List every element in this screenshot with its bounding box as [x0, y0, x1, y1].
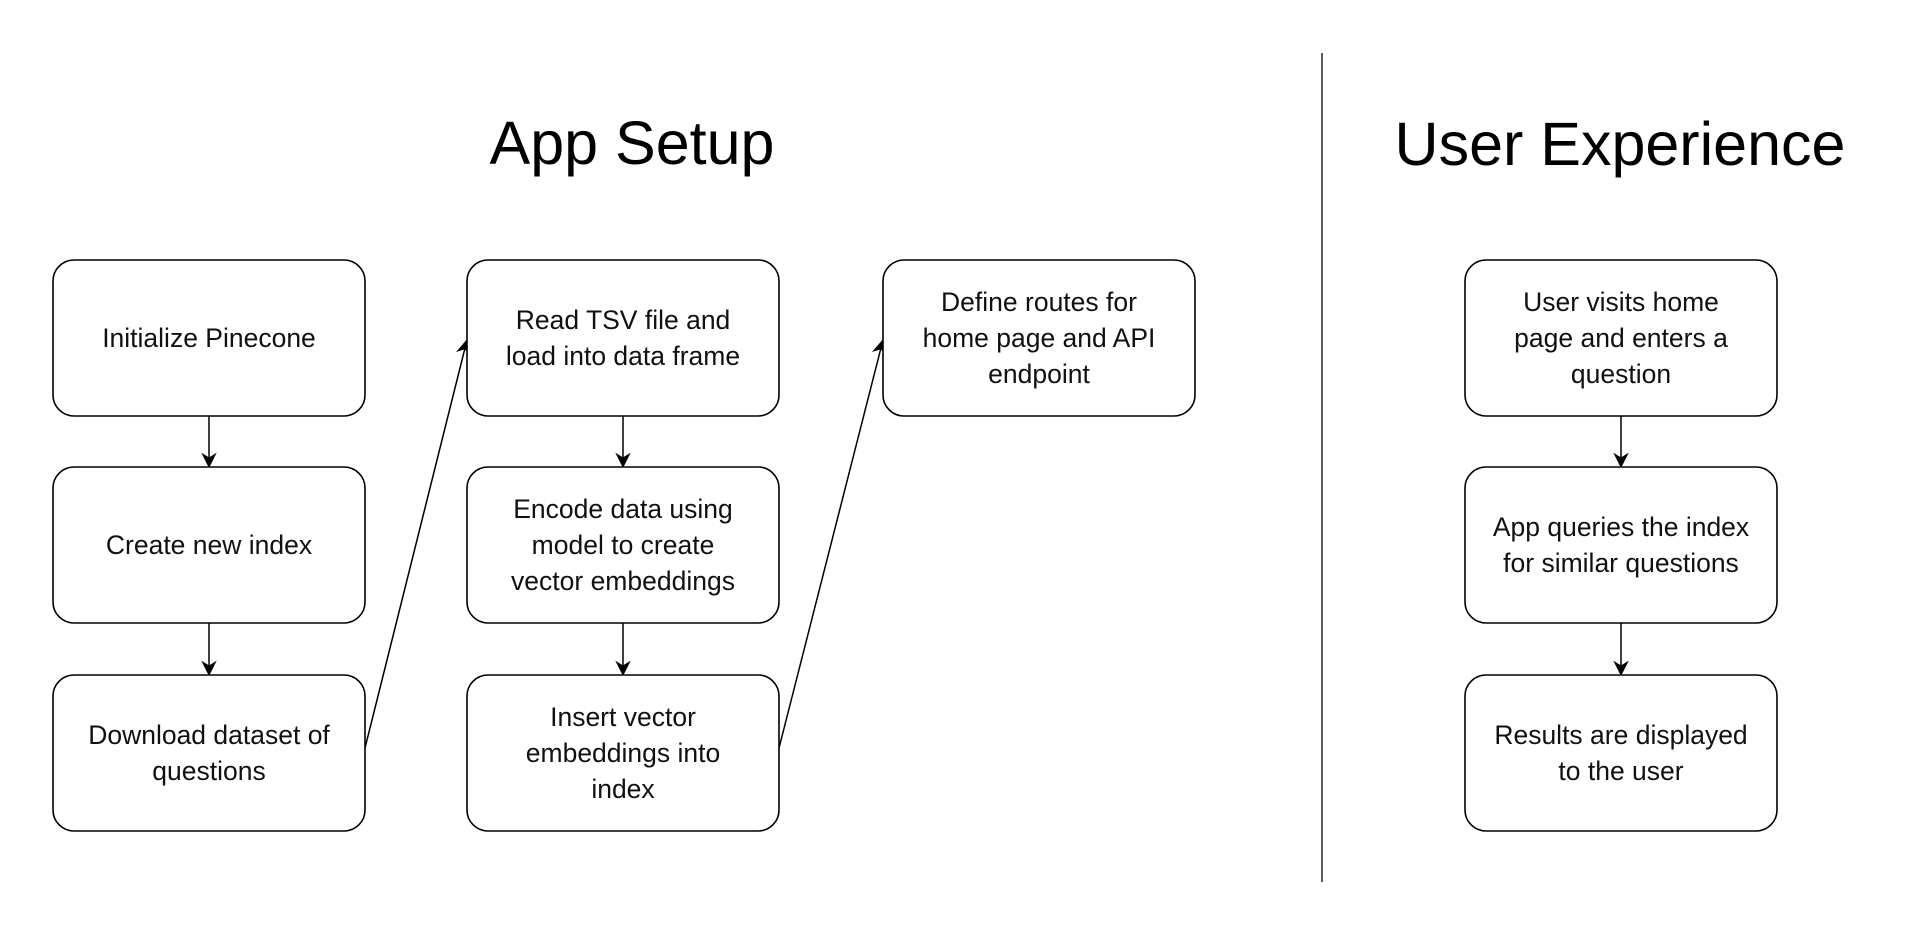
- flow-step-init: Initialize Pinecone: [52, 259, 366, 417]
- flow-step-label-line: home page and API: [923, 323, 1156, 353]
- connector-read-tsv-to-encode: [615, 416, 631, 469]
- flow-step-results: Results are displayed to the user: [1464, 674, 1778, 832]
- flow-step-label-line: for similar questions: [1503, 548, 1739, 578]
- nodes-layer: Initialize Pinecone Create new index Downl…: [52, 259, 1778, 832]
- connector-visit-to-query: [1613, 416, 1629, 469]
- flow-step-label-line: App queries the index: [1493, 512, 1749, 542]
- flowchart-canvas: App Setup User Experience Initialize Pin…: [52, 53, 1846, 882]
- flow-step-label-line: Encode data using: [513, 494, 733, 524]
- flow-step-read-tsv: Read TSV file and load into data frame: [466, 259, 780, 417]
- section-title-app-setup: App Setup: [490, 109, 775, 177]
- flow-step-box: [52, 674, 366, 832]
- connector-line: [778, 347, 882, 749]
- connector-download-to-read-tsv: [364, 338, 472, 749]
- connector-encode-to-insert: [615, 623, 631, 677]
- flow-step-label-line: page and enters a: [1514, 323, 1728, 353]
- flow-step-box: [1464, 674, 1778, 832]
- connector-init-to-create-index: [201, 416, 217, 469]
- flow-step-label-line: Results are displayed: [1494, 720, 1747, 750]
- flow-step-create-index: Create new index: [52, 466, 366, 624]
- flow-step-label-line: to the user: [1558, 756, 1683, 786]
- flow-step-label-line: endpoint: [988, 359, 1090, 389]
- flow-step-box: [1464, 466, 1778, 624]
- flow-step-label: Initialize Pinecone: [102, 323, 316, 353]
- flow-step-routes: Define routes for home page and API endpoi…: [882, 259, 1196, 417]
- flow-step-label-line: embeddings into: [526, 738, 720, 768]
- flow-step-label: Encode data using model to create vector e…: [511, 494, 735, 596]
- flow-step-label-line: User visits home: [1523, 287, 1719, 317]
- flow-step-label-line: questions: [152, 756, 265, 786]
- flow-step-label-line: question: [1571, 359, 1671, 389]
- connector-insert-to-routes: [778, 338, 887, 749]
- connector-create-index-to-download: [201, 623, 217, 677]
- section-title-user-experience: User Experience: [1395, 110, 1846, 178]
- flow-step-box: [466, 259, 780, 417]
- flow-step-label-line: Insert vector: [550, 702, 696, 732]
- flow-step-label-line: index: [591, 774, 654, 804]
- flow-step-label-line: Define routes for: [941, 287, 1137, 317]
- connector-query-to-results: [1613, 623, 1629, 677]
- flow-step-download: Download dataset of questions: [52, 674, 366, 832]
- flow-step-label-line: Create new index: [106, 530, 312, 560]
- flow-step-label: Create new index: [106, 530, 312, 560]
- flow-step-label-line: Read TSV file and: [516, 305, 731, 335]
- flow-step-label-line: vector embeddings: [511, 566, 735, 596]
- flow-step-label-line: model to create: [532, 530, 715, 560]
- flow-step-query: App queries the index for similar questio…: [1464, 466, 1778, 624]
- connector-line: [364, 347, 466, 749]
- flow-step-label-line: Download dataset of: [88, 720, 330, 750]
- flow-step-label-line: load into data frame: [506, 341, 740, 371]
- flow-step-label-line: Initialize Pinecone: [102, 323, 316, 353]
- flow-step-insert: Insert vector embeddings into index: [466, 674, 780, 832]
- flow-step-visit: User visits home page and enters a questio…: [1464, 259, 1778, 417]
- flow-step-encode: Encode data using model to create vector e…: [466, 466, 780, 624]
